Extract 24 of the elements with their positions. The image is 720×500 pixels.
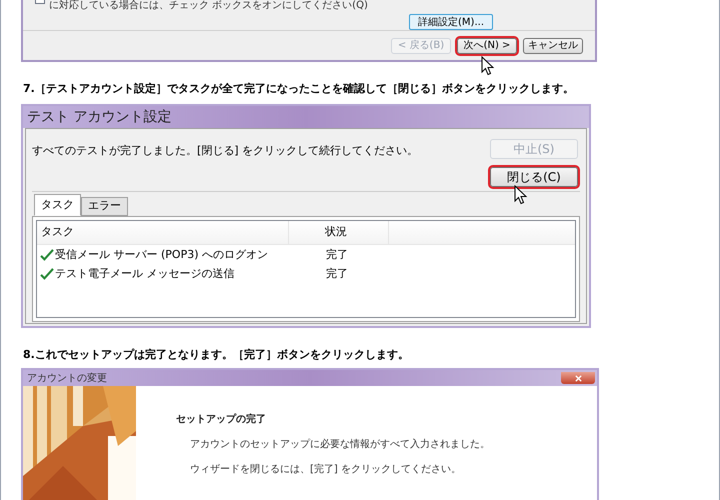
info-text: ウィザードを閉じるには、[完了] をクリックしてください。 [190, 462, 462, 477]
section-heading: セットアップの完了 [176, 412, 267, 427]
window-title: アカウントの変更 [27, 372, 107, 386]
advanced-settings-button[interactable]: 詳細設定(M)... [409, 14, 493, 30]
tab[interactable]: エラー [81, 197, 128, 216]
mouse-pointer-icon [481, 56, 495, 76]
task-status: 完了 [325, 266, 348, 282]
column-header: 状況 [289, 221, 389, 244]
status-message: すべてのテストが完了しました。[閉じる] をクリックして続行してください。 [32, 143, 418, 159]
dialog-button[interactable]: 閉じる(C) [490, 167, 578, 187]
task-name: 受信メール サーバー (POP3) へのログオン [55, 246, 268, 263]
task-name: テスト電子メール メッセージの送信 [55, 266, 234, 282]
step-instruction: 7.［テストアカウント設定］でタスクが全て完了になったことを確認して［閉じる］ボタンをクリックします。 [23, 82, 575, 96]
info-text: アカウントのセットアップに必要な情報がすべて入力されました。 [190, 438, 490, 452]
task-status: 完了 [325, 246, 348, 263]
window-title: テスト アカウント設定 [27, 108, 172, 126]
tab[interactable]: タスク [34, 194, 81, 216]
close-button[interactable] [561, 372, 595, 384]
close-icon [574, 374, 582, 382]
step-instruction: 8.これでセットアップは完了となります。［完了］ボタンをクリックします。 [23, 348, 410, 362]
dialog-button[interactable]: 次へ(N) > [457, 38, 517, 54]
dialog-button[interactable]: キャンセル [523, 38, 583, 54]
column-header: タスク [37, 221, 289, 244]
mouse-pointer-icon [514, 185, 528, 205]
